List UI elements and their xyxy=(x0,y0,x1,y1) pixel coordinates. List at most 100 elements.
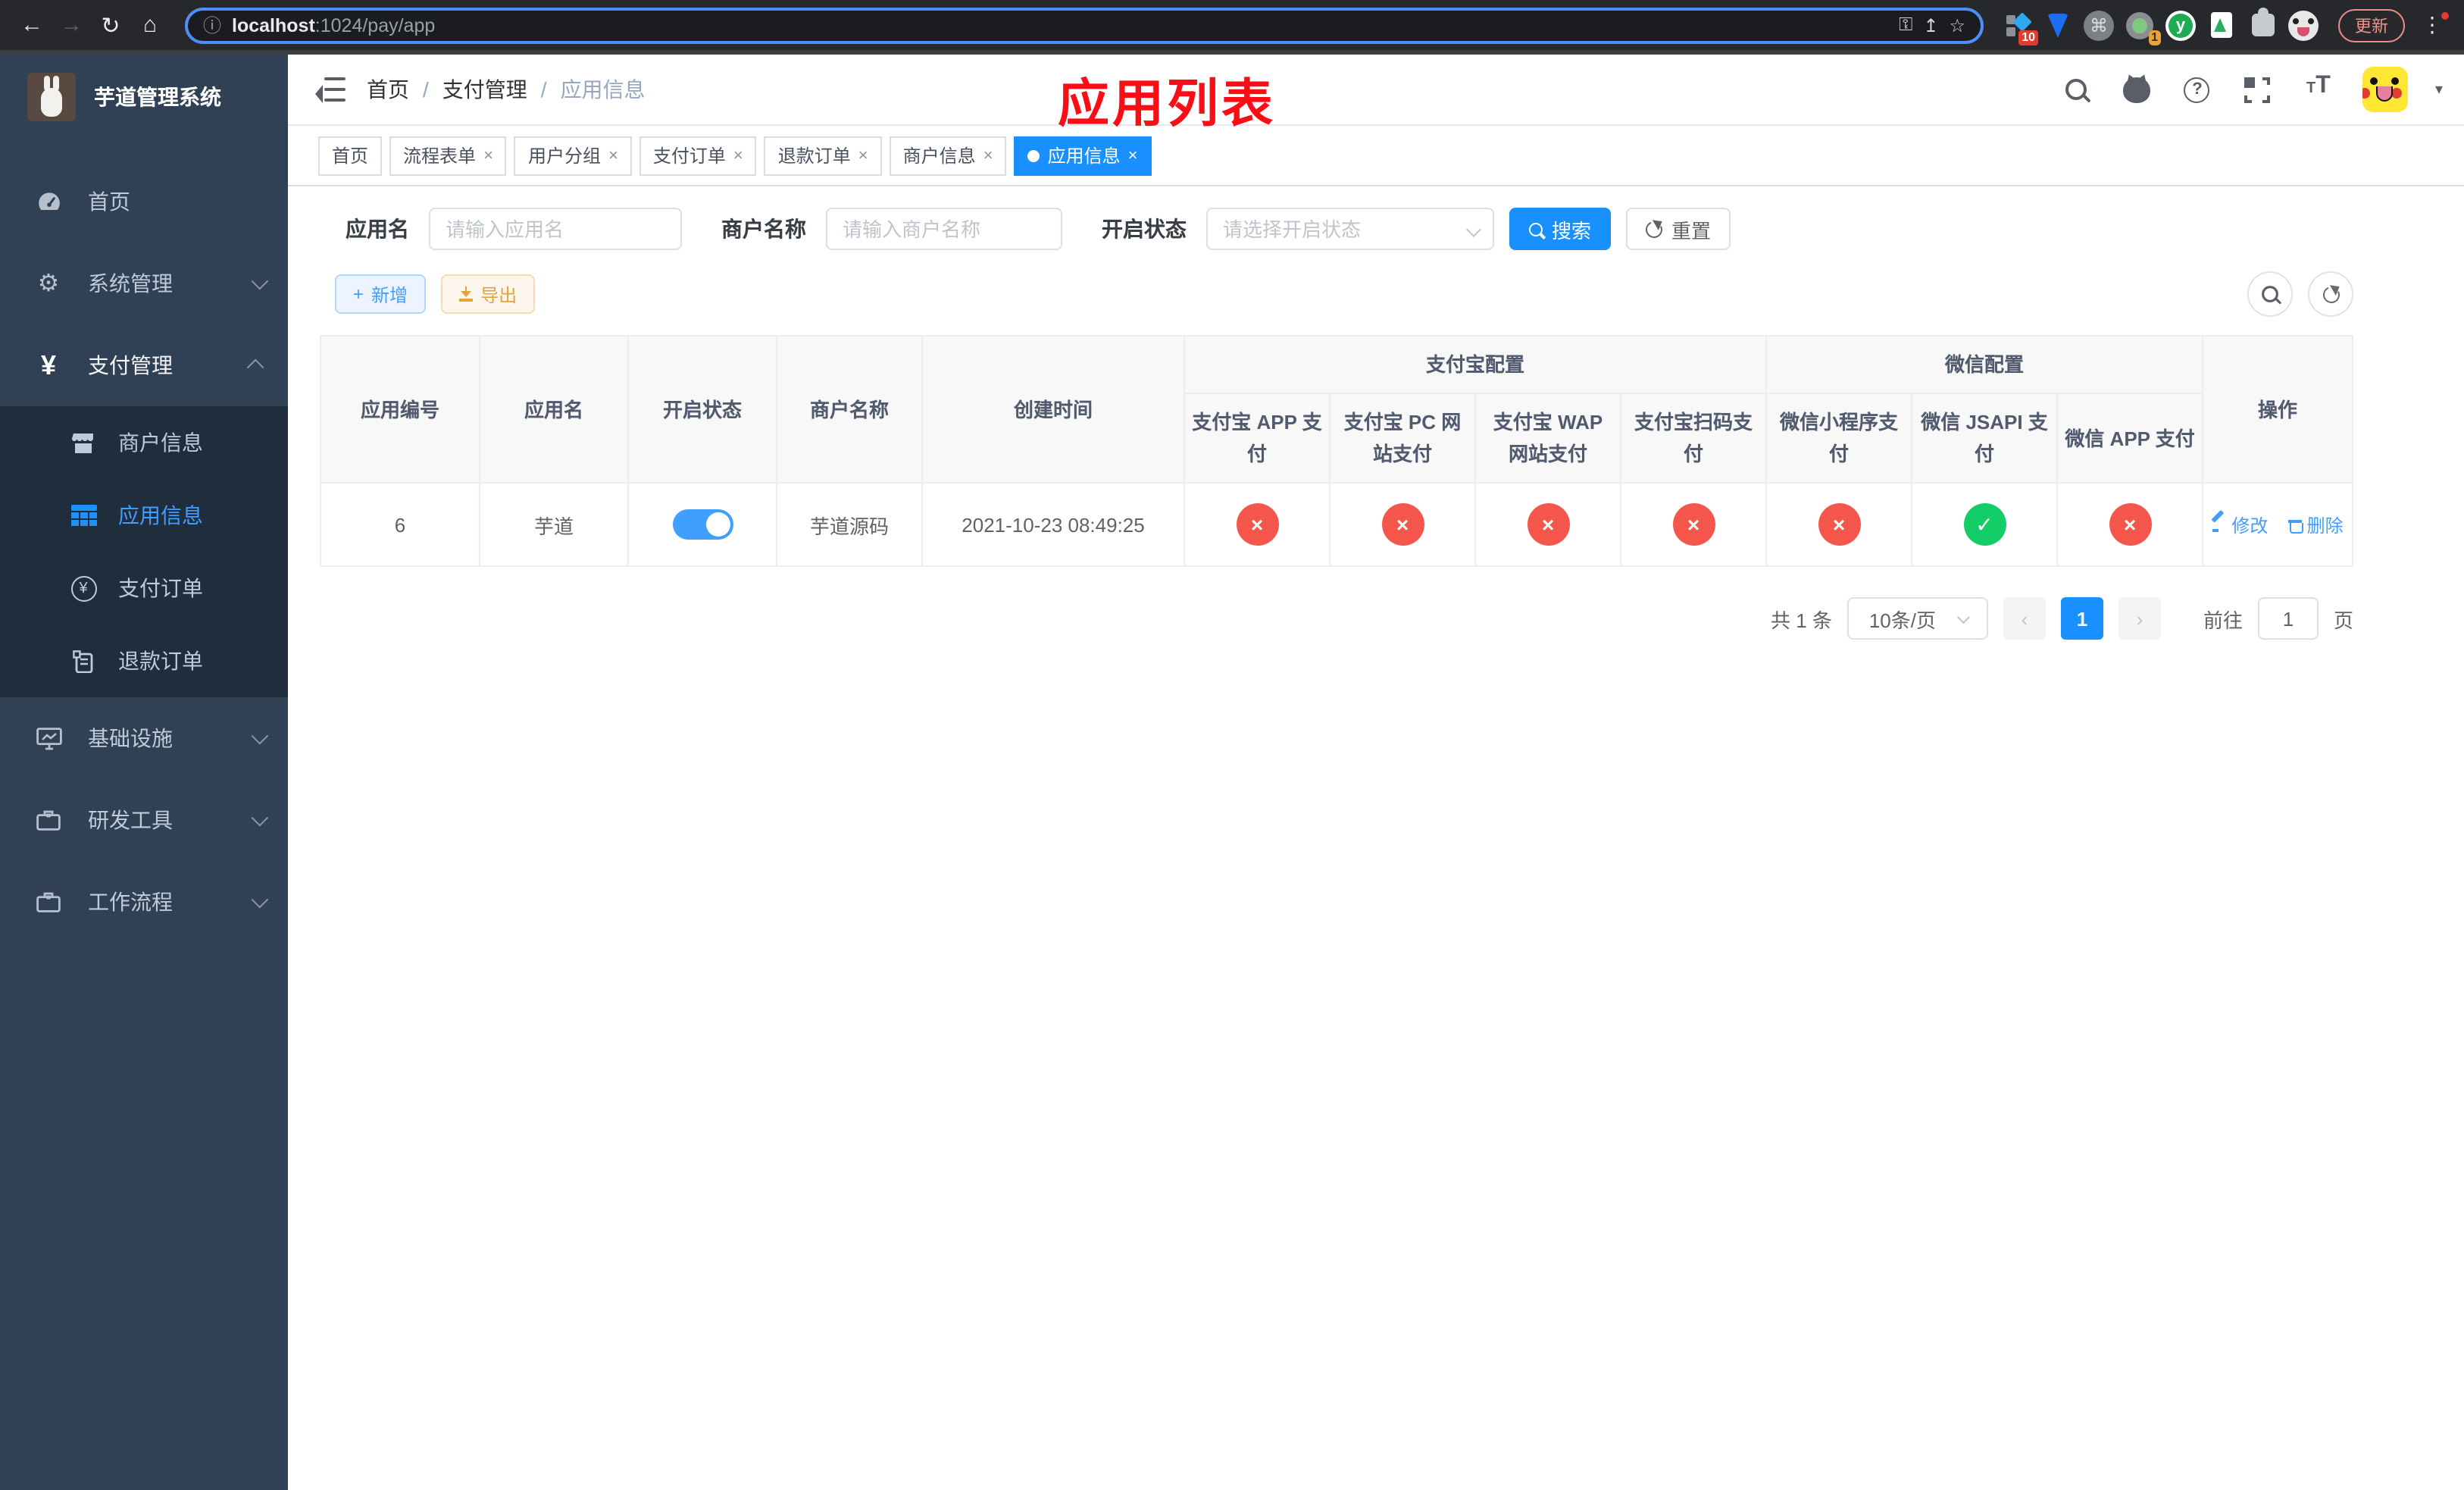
cell-app-id: 6 xyxy=(320,482,480,567)
tab-home[interactable]: 首页 xyxy=(318,136,383,175)
github-icon[interactable] xyxy=(2120,73,2153,106)
document-icon xyxy=(67,650,100,672)
goto-unit-label: 页 xyxy=(2333,609,2353,631)
sidebar-item-label: 商户信息 xyxy=(118,430,203,455)
user-avatar[interactable] xyxy=(2362,67,2408,112)
tab-user-group[interactable]: 用户分组 × xyxy=(514,136,632,175)
url-path: :1024/pay/app xyxy=(314,14,436,36)
merchant-name-input[interactable] xyxy=(826,208,1062,250)
breadcrumb-home[interactable]: 首页 xyxy=(367,74,409,105)
add-button[interactable]: + 新增 xyxy=(335,274,427,314)
kite-extension-icon[interactable] xyxy=(2043,10,2073,40)
extensions-puzzle-icon[interactable] xyxy=(2247,8,2278,40)
trash-icon xyxy=(2288,517,2304,534)
edit-link[interactable]: 修改 xyxy=(2212,512,2268,537)
forward-icon[interactable]: → xyxy=(55,8,88,42)
col-group-alipay: 支付宝配置 xyxy=(1183,335,1768,394)
sidebar-item-workflow[interactable]: 工作流程 xyxy=(0,861,288,943)
tab-bar: 首页 流程表单 × 用户分组 × 支付订单 × 退款订单 × 商户信息 × 应用信息 × xyxy=(288,126,2464,186)
content-area: 应用名 商户名称 开启状态 搜索 重置 +新增 xyxy=(288,186,2464,1490)
edit-pencil-icon xyxy=(2212,517,2227,532)
page-size-select[interactable]: 10条/页 xyxy=(1846,597,1988,640)
plus-icon: + xyxy=(353,283,364,305)
tab-merchant-info[interactable]: 商户信息 × xyxy=(889,136,1007,175)
prev-page-button[interactable]: ‹ xyxy=(2003,597,2046,640)
toggle-search-button[interactable] xyxy=(2247,271,2293,317)
back-icon[interactable]: ← xyxy=(15,8,48,42)
page-annotation-title: 应用列表 xyxy=(1058,76,1276,133)
font-size-icon[interactable]: TT xyxy=(2302,73,2335,106)
app-name-input[interactable] xyxy=(429,208,682,250)
sidebar-item-refund-orders[interactable]: 退款订单 xyxy=(0,624,288,697)
sidebar-item-dev-tools[interactable]: 研发工具 xyxy=(0,779,288,861)
reset-button[interactable]: 重置 xyxy=(1626,208,1731,250)
export-button[interactable]: 导出 xyxy=(441,274,536,314)
status-toggle[interactable] xyxy=(672,509,733,540)
tab-close-icon[interactable]: × xyxy=(983,146,993,164)
app-logo-row[interactable]: 芋道管理系统 xyxy=(0,55,288,139)
next-page-button[interactable]: › xyxy=(2118,597,2161,640)
breadcrumb: 首页 / 支付管理 / 应用信息 xyxy=(367,74,646,105)
sidebar-item-label: 研发工具 xyxy=(88,808,173,832)
col-status: 开启状态 xyxy=(627,335,777,484)
refresh-table-button[interactable] xyxy=(2308,271,2353,317)
refresh-icon xyxy=(2319,283,2342,305)
page-number-active[interactable]: 1 xyxy=(2060,597,2103,640)
browser-window: ← → ↻ ⌂ ⓘ localhost:1024/pay/app ⚿ ↥ ☆ 1… xyxy=(0,0,2464,1490)
sidebar-item-home[interactable]: 首页 xyxy=(0,161,288,243)
tab-close-icon[interactable]: × xyxy=(858,146,868,164)
profile-avatar-icon[interactable] xyxy=(2288,10,2319,40)
extension-badge: 10 xyxy=(2018,30,2038,45)
sidebar-item-infra[interactable]: 基础设施 xyxy=(0,697,288,779)
sidebar-item-merchant-info[interactable]: 商户信息 xyxy=(0,406,288,479)
home-icon[interactable]: ⌂ xyxy=(133,8,167,42)
recorder-extension-icon[interactable]: 1 xyxy=(2125,10,2161,45)
col-app-id: 应用编号 xyxy=(320,335,480,484)
col-group-wechat: 微信配置 xyxy=(1765,335,2204,394)
url-bar[interactable]: ⓘ localhost:1024/pay/app ⚿ ↥ ☆ xyxy=(185,7,1984,43)
yen-circle-icon: ¥ xyxy=(67,575,100,601)
site-info-icon[interactable]: ⓘ xyxy=(203,12,221,38)
tab-process-form[interactable]: 流程表单 × xyxy=(389,136,507,175)
shop-icon xyxy=(67,431,100,454)
browser-menu-icon[interactable]: ⋮ xyxy=(2416,12,2449,38)
sidebar-item-system[interactable]: ⚙ 系统管理 xyxy=(0,243,288,324)
payment-submenu: 商户信息 应用信息 ¥ 支付订单 退款订单 xyxy=(0,406,288,697)
cell-created: 2021-10-23 08:49:25 xyxy=(921,482,1185,567)
share-icon[interactable]: ↥ xyxy=(1923,14,1938,36)
sidebar-item-payment[interactable]: ¥ 支付管理 xyxy=(0,324,288,406)
breadcrumb-payment[interactable]: 支付管理 xyxy=(442,74,527,105)
delete-link[interactable]: 删除 xyxy=(2288,512,2344,537)
sidebar-item-pay-orders[interactable]: ¥ 支付订单 xyxy=(0,552,288,624)
tab-refund-orders[interactable]: 退款订单 × xyxy=(764,136,882,175)
search-button[interactable]: 搜索 xyxy=(1509,208,1612,250)
bookmark-star-icon[interactable]: ☆ xyxy=(1949,14,1965,36)
chevron-down-icon xyxy=(251,891,269,909)
notes-extension-icon[interactable] xyxy=(2206,10,2237,40)
chrome-update-button[interactable]: 更新 xyxy=(2338,8,2405,42)
tab-app-info[interactable]: 应用信息 × xyxy=(1014,136,1152,175)
tab-close-icon[interactable]: × xyxy=(483,146,493,164)
col-app-name: 应用名 xyxy=(479,335,629,484)
vue-devtools-icon[interactable]: y xyxy=(2165,10,2196,40)
open-status-label: 开启状态 xyxy=(1102,217,1187,241)
tab-close-icon[interactable]: × xyxy=(733,146,743,164)
tab-close-icon[interactable]: × xyxy=(608,146,618,164)
sidebar-item-app-info[interactable]: 应用信息 xyxy=(0,479,288,552)
sidebar-collapse-icon[interactable] xyxy=(315,77,346,103)
reload-icon[interactable]: ↻ xyxy=(94,8,127,42)
sidebar-item-label: 系统管理 xyxy=(88,271,173,296)
avatar-caret-icon[interactable]: ▾ xyxy=(2435,81,2443,98)
merchant-name-label: 商户名称 xyxy=(721,217,806,241)
open-status-select[interactable] xyxy=(1206,208,1494,250)
goto-page-input[interactable] xyxy=(2257,597,2319,640)
command-extension-icon[interactable]: ⌘ xyxy=(2084,10,2114,40)
sidebar-extension-icon[interactable]: 10 xyxy=(2002,10,2038,45)
fullscreen-icon[interactable] xyxy=(2241,73,2275,106)
help-icon[interactable]: ? xyxy=(2181,73,2214,106)
breadcrumb-separator: / xyxy=(540,77,547,102)
header-search-icon[interactable] xyxy=(2059,73,2093,106)
tab-close-icon[interactable]: × xyxy=(1128,146,1138,164)
password-key-icon[interactable]: ⚿ xyxy=(1899,14,1912,36)
tab-pay-orders[interactable]: 支付订单 × xyxy=(639,136,757,175)
